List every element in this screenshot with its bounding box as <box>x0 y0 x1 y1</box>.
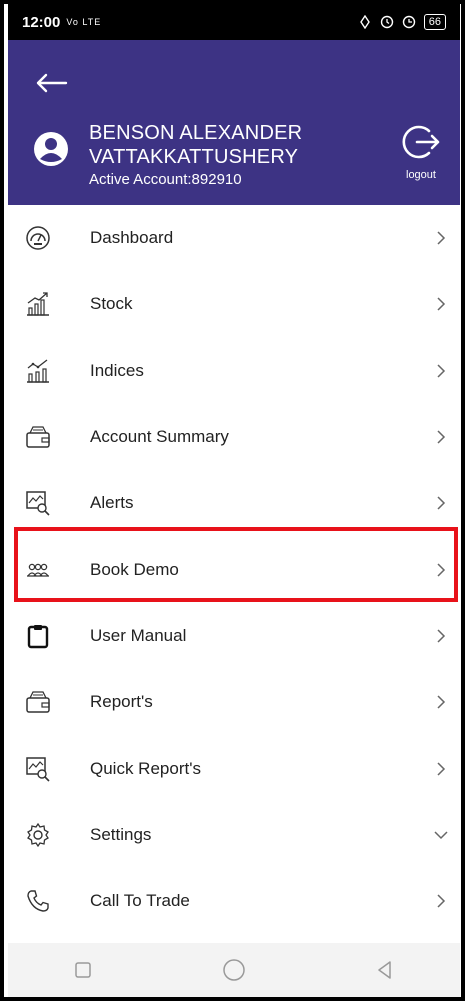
menu-item-label: Call To Trade <box>90 891 190 911</box>
recent-apps-button[interactable] <box>65 952 101 988</box>
logout-label: logout <box>406 169 436 181</box>
menu-item-reports[interactable]: Report's <box>8 669 460 735</box>
chevron-right-icon <box>437 894 446 908</box>
alert-search-icon <box>25 490 51 516</box>
phone-icon <box>25 888 51 914</box>
dashboard-gauge-icon <box>25 225 51 251</box>
chevron-right-icon <box>437 430 446 444</box>
status-time: 12:00 <box>22 13 61 31</box>
menu-item-label: Quick Report's <box>90 758 201 778</box>
battery-indicator: 66 <box>423 14 446 30</box>
clipboard-icon <box>25 623 51 649</box>
menu-item-label: Report's <box>90 692 153 712</box>
chevron-right-icon <box>437 297 446 311</box>
people-icon <box>25 557 51 583</box>
user-avatar-icon <box>33 131 69 167</box>
menu-item-label: Account Summary <box>90 427 229 447</box>
stock-chart-icon <box>25 291 51 317</box>
menu-item-settings[interactable]: Settings <box>8 802 460 868</box>
active-account: Active Account:892910 <box>89 171 242 188</box>
back-button[interactable] <box>32 68 72 98</box>
menu-item-indices[interactable]: Indices <box>8 338 460 404</box>
menu-item-label: Stock <box>90 294 133 314</box>
report-search-icon <box>25 756 51 782</box>
logout-button[interactable]: logout <box>394 122 448 181</box>
menu-item-book-demo[interactable]: Book Demo <box>8 536 460 602</box>
back-nav-button[interactable] <box>367 952 403 988</box>
menu-item-label: Book Demo <box>90 559 179 579</box>
logout-icon <box>402 125 440 159</box>
user-info: BENSON ALEXANDER VATTAKKATTUSHERY Active… <box>89 121 302 188</box>
chevron-right-icon <box>437 695 446 709</box>
wallet-icon <box>25 689 51 715</box>
chevron-right-icon <box>437 563 446 577</box>
menu-item-label: Dashboard <box>90 228 174 248</box>
drawer-header: BENSON ALEXANDER VATTAKKATTUSHERY Active… <box>8 40 460 205</box>
status-icons: 66 <box>358 14 446 30</box>
network-indicator: Vo LTE <box>66 17 102 27</box>
menu-item-label: User Manual <box>90 625 187 645</box>
menu-item-label: Alerts <box>90 493 134 513</box>
menu-item-label: Indices <box>90 360 144 380</box>
menu-item-alerts[interactable]: Alerts <box>8 470 460 536</box>
wallet-icon <box>25 424 51 450</box>
alarm-icon <box>380 15 393 29</box>
menu-item-label: Settings <box>90 824 152 844</box>
gear-icon <box>25 822 51 848</box>
home-button[interactable] <box>216 952 252 988</box>
chevron-right-icon <box>437 629 446 643</box>
chevron-right-icon <box>437 231 446 245</box>
square-icon <box>75 962 92 978</box>
menu-item-dashboard[interactable]: Dashboard <box>8 205 460 271</box>
triangle-back-icon <box>377 961 391 979</box>
arrow-left-icon <box>36 73 68 93</box>
menu-item-account-summary[interactable]: Account Summary <box>8 404 460 470</box>
clock-icon <box>402 15 415 29</box>
drawer-menu: Dashboard Stock Indices Account Summary … <box>8 205 460 934</box>
status-bar: 12:00 Vo LTE 66 <box>8 4 460 40</box>
chevron-right-icon <box>437 364 446 378</box>
chevron-right-icon <box>437 496 446 510</box>
menu-item-quick-reports[interactable]: Quick Report's <box>8 735 460 801</box>
user-name-line1: BENSON ALEXANDER <box>89 122 303 144</box>
circle-icon <box>223 959 245 981</box>
data-icon <box>359 15 370 29</box>
chevron-right-icon <box>437 761 446 776</box>
menu-item-user-manual[interactable]: User Manual <box>8 603 460 669</box>
menu-item-stock[interactable]: Stock <box>8 271 460 337</box>
menu-item-call-to-trade[interactable]: Call To Trade <box>8 868 460 934</box>
system-nav-bar <box>8 943 460 997</box>
chevron-down-icon <box>434 831 448 839</box>
indices-chart-icon <box>25 358 51 384</box>
user-name-line2: VATTAKKATTUSHERY <box>89 146 299 168</box>
